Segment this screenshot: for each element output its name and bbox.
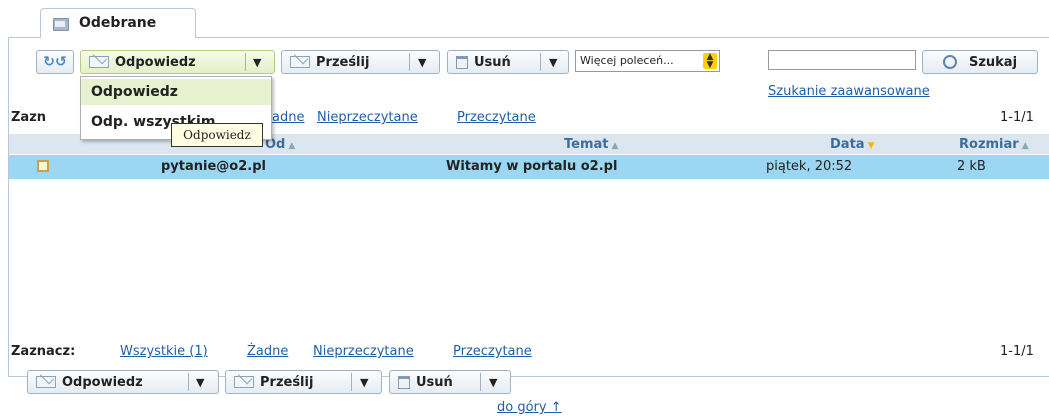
select-read-top-link[interactable]: Przeczytane: [457, 110, 536, 125]
reply-dropdown-arrow-icon[interactable]: ▼: [253, 56, 261, 69]
reply-button[interactable]: Odpowiedz ▼: [80, 50, 275, 74]
search-button[interactable]: Szukaj: [922, 50, 1038, 74]
select-unread-top-link[interactable]: Nieprzeczytane: [317, 110, 418, 125]
reply-envelope-icon: [36, 376, 56, 388]
trash-icon: [456, 55, 468, 69]
search-input[interactable]: [768, 50, 916, 70]
magnifier-icon: [942, 55, 957, 69]
forward-envelope-icon: [290, 56, 310, 68]
refresh-icon: ↻↺: [43, 54, 67, 70]
back-to-top-link[interactable]: do góry ↑: [497, 400, 562, 415]
forward-bottom-separator: [351, 373, 352, 391]
forward-envelope-icon: [234, 376, 254, 388]
page-range-top: 1-1/1: [1000, 110, 1034, 125]
reply-button-bottom[interactable]: Odpowiedz ▼: [27, 370, 219, 394]
select-read-link[interactable]: Przeczytane: [453, 344, 532, 359]
reply-button-bottom-label: Odpowiedz: [62, 374, 143, 390]
select-prefix-bottom: Zaznacz:: [11, 344, 76, 359]
delete-dropdown-arrow-icon[interactable]: ▼: [549, 56, 557, 69]
column-subject[interactable]: Temat ▲: [564, 137, 618, 152]
forward-button-label: Prześlij: [316, 54, 370, 70]
forward-dropdown-arrow-icon[interactable]: ▼: [418, 56, 426, 69]
row-date: piątek, 20:52: [766, 159, 853, 174]
delete-button-bottom[interactable]: Usuń ▼: [389, 370, 511, 394]
reply-envelope-icon: [89, 56, 109, 68]
tab-label: Odebrane: [79, 15, 157, 31]
select-all-link[interactable]: Wszystkie (1): [120, 344, 208, 359]
reply-bottom-separator: [188, 373, 189, 391]
delete-separator: [540, 53, 541, 71]
forward-button[interactable]: Prześlij ▼: [281, 50, 440, 74]
page-range-bottom: 1-1/1: [1000, 344, 1034, 359]
tooltip: Odpowiedz: [171, 123, 263, 147]
select-none-top-link[interactable]: adne: [272, 110, 304, 125]
forward-separator: [409, 53, 410, 71]
delete-button-bottom-label: Usuń: [416, 374, 453, 390]
select-prefix-top: Zazn: [11, 110, 47, 125]
select-none-link[interactable]: Żadne: [247, 344, 288, 359]
menu-item-reply[interactable]: Odpowiedz: [81, 79, 271, 105]
search-button-label: Szukaj: [968, 54, 1018, 70]
delete-button[interactable]: Usuń ▼: [447, 50, 569, 74]
trash-icon: [398, 375, 410, 389]
reply-separator: [245, 53, 246, 71]
forward-button-bottom-label: Prześlij: [260, 374, 314, 390]
folder-icon: [53, 18, 69, 31]
delete-button-label: Usuń: [474, 54, 511, 70]
row-subject: Witamy w portalu o2.pl: [446, 159, 618, 174]
forward-bottom-dropdown-arrow-icon[interactable]: ▼: [360, 376, 368, 389]
table-row[interactable]: pytanie@o2.pl Witamy w portalu o2.pl pią…: [9, 155, 1049, 179]
refresh-button[interactable]: ↻↺: [36, 50, 74, 74]
advanced-search-link[interactable]: Szukanie zaawansowane: [768, 84, 930, 99]
column-date[interactable]: Data ▼: [830, 137, 874, 152]
select-unread-link[interactable]: Nieprzeczytane: [313, 344, 414, 359]
column-size[interactable]: Rozmiar ▲: [959, 137, 1029, 152]
row-checkbox[interactable]: [37, 160, 49, 172]
forward-button-bottom[interactable]: Prześlij ▼: [225, 370, 382, 394]
delete-bottom-dropdown-arrow-icon[interactable]: ▼: [489, 376, 497, 389]
reply-bottom-dropdown-arrow-icon[interactable]: ▼: [196, 376, 204, 389]
delete-bottom-separator: [480, 373, 481, 391]
more-commands-select[interactable]: Więcej poleceń... ▲ ▼: [575, 50, 720, 72]
row-size: 2 kB: [957, 159, 986, 174]
row-from: pytanie@o2.pl: [161, 159, 266, 174]
more-commands-value: Więcej poleceń...: [580, 54, 674, 67]
select-spinner-icon: ▲ ▼: [703, 53, 717, 70]
tab-inbox[interactable]: Odebrane: [40, 8, 196, 38]
reply-button-label: Odpowiedz: [115, 54, 196, 70]
